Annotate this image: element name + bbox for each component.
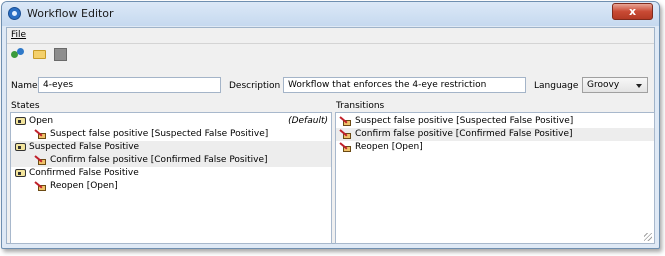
transition-label: Confirm false positive [Confirmed False … (50, 155, 268, 165)
menu-bar: File (11, 30, 26, 42)
state-label: Suspected False Positive (29, 142, 140, 152)
list-item-state[interactable]: Suspected False Positive (11, 141, 331, 154)
language-select-value: Groovy (587, 80, 620, 90)
transition-label: Suspect false positive [Suspected False … (355, 116, 574, 126)
transition-icon (339, 141, 352, 153)
states-panel: Open (Default) Suspect false positive [S… (10, 112, 332, 244)
list-item-state[interactable]: Confirmed False Positive (11, 167, 331, 180)
open-folder-icon[interactable] (33, 47, 47, 61)
menu-separator (7, 43, 654, 44)
list-item-state[interactable]: Open (Default) (11, 115, 331, 128)
list-item-transition[interactable]: Confirm false positive [Confirmed False … (336, 128, 654, 141)
state-label: Confirmed False Positive (29, 168, 139, 178)
transitions-panel: Suspect false positive [Suspected False … (335, 112, 655, 244)
name-field[interactable]: 4-eyes (38, 77, 221, 93)
transitions-label: Transitions (336, 101, 385, 111)
transition-icon (34, 128, 47, 140)
state-label: Open (29, 116, 54, 126)
transition-label: Confirm false positive [Confirmed False … (355, 129, 573, 139)
workflow-fields: Name 4-eyes Description Workflow that en… (7, 77, 654, 95)
states-label: States (11, 101, 40, 111)
list-item-transition[interactable]: Suspect false positive [Suspected False … (11, 128, 331, 141)
resize-grip[interactable] (644, 233, 652, 241)
window-title: Workflow Editor (27, 7, 114, 20)
transition-icon (339, 128, 352, 140)
list-item-transition[interactable]: Confirm false positive [Confirmed False … (11, 154, 331, 167)
language-label: Language (534, 81, 579, 91)
default-tag: (Default) (288, 116, 328, 126)
list-item-transition[interactable]: Reopen [Open] (336, 141, 654, 154)
transition-label: Reopen [Open] (50, 181, 118, 191)
title-bar[interactable]: Workflow Editor x (2, 2, 659, 26)
state-icon (15, 117, 26, 125)
menu-file[interactable]: File (11, 30, 26, 40)
description-label: Description (229, 81, 281, 91)
transition-label: Reopen [Open] (355, 142, 423, 152)
list-item-transition[interactable]: Suspect false positive [Suspected False … (336, 115, 654, 128)
transition-icon (34, 154, 47, 166)
transition-label: Suspect false positive [Suspected False … (50, 129, 269, 139)
name-label: Name (11, 81, 38, 91)
state-icon (15, 143, 26, 151)
transition-icon (339, 115, 352, 127)
state-icon (15, 169, 26, 177)
language-select[interactable]: Groovy (582, 77, 648, 93)
close-button[interactable]: x (612, 3, 653, 20)
transition-icon (34, 180, 47, 192)
description-field[interactable]: Workflow that enforces the 4-eye restric… (283, 77, 526, 93)
new-workflow-icon[interactable] (11, 47, 25, 61)
chevron-down-icon (636, 84, 642, 88)
list-item-transition[interactable]: Reopen [Open] (11, 180, 331, 193)
save-icon[interactable] (54, 47, 68, 61)
client-area: File Name 4-eyes Description Workflow th… (6, 27, 655, 244)
workflow-editor-window: Workflow Editor x File Name 4-eyes Descr… (1, 1, 660, 249)
app-icon (8, 7, 21, 20)
